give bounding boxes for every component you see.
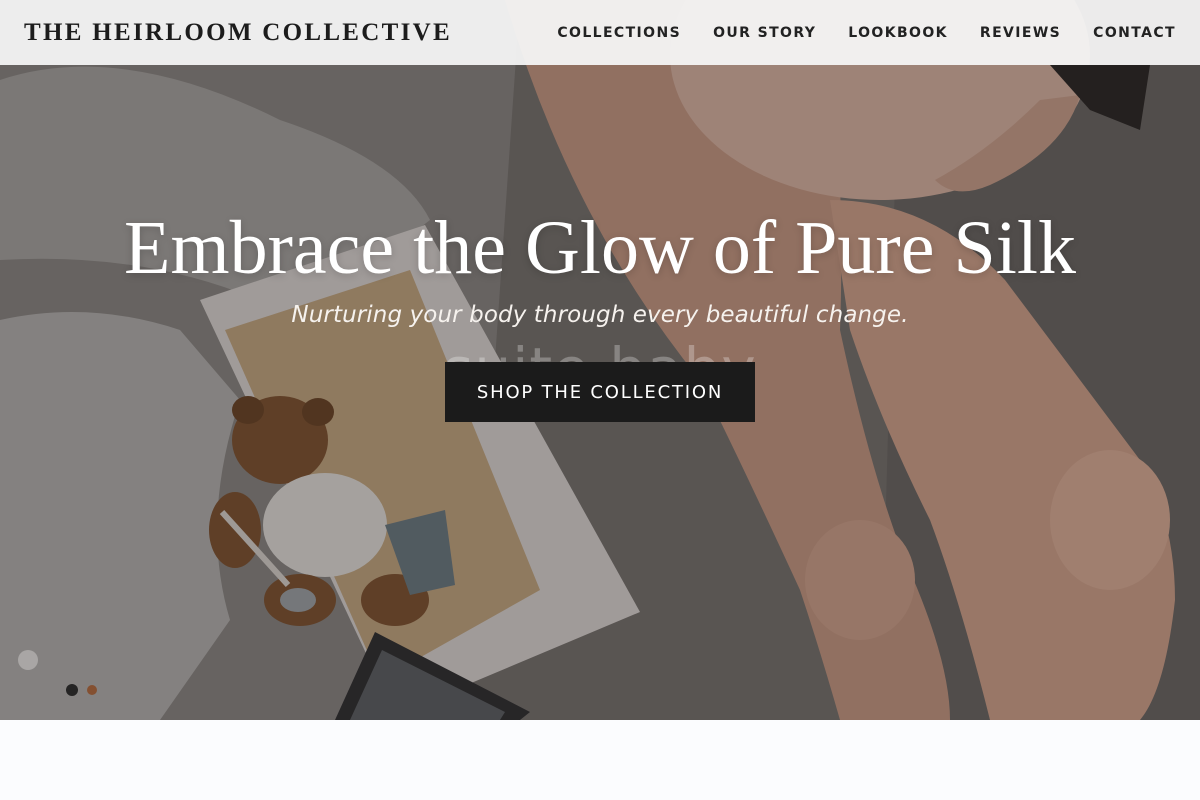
hero-section: suite.baby Embrace the Glow of Pure Silk… <box>0 0 1200 720</box>
site-header: THE HEIRLOOM COLLECTIVE COLLECTIONS OUR … <box>0 0 1200 65</box>
nav-item-lookbook[interactable]: LOOKBOOK <box>848 25 948 41</box>
hero-content: Embrace the Glow of Pure Silk Nurturing … <box>100 206 1100 422</box>
nav-item-contact[interactable]: CONTACT <box>1093 25 1176 41</box>
brand-logo-text[interactable]: THE HEIRLOOM COLLECTIVE <box>24 19 452 47</box>
main-nav: COLLECTIONS OUR STORY LOOKBOOK REVIEWS C… <box>557 25 1176 41</box>
nav-item-collections[interactable]: COLLECTIONS <box>557 25 681 41</box>
hero-subtitle: Nurturing your body through every beauti… <box>291 302 909 328</box>
hero-title: Embrace the Glow of Pure Silk <box>124 206 1076 290</box>
nav-item-our-story[interactable]: OUR STORY <box>713 25 816 41</box>
shop-the-collection-button[interactable]: SHOP THE COLLECTION <box>445 362 755 422</box>
nav-item-reviews[interactable]: REVIEWS <box>980 25 1061 41</box>
below-fold-section <box>0 720 1200 800</box>
